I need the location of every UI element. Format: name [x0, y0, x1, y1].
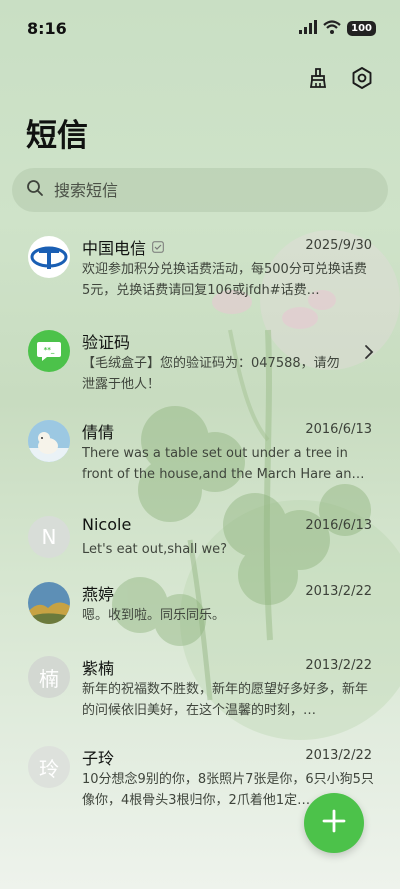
message-date: 2016/6/13: [305, 422, 372, 437]
message-item-qianqian[interactable]: 倩倩 2016/6/13 There was a table set out u…: [0, 410, 400, 490]
letter-avatar: N: [28, 516, 70, 558]
avatar-letter: 玲: [39, 756, 59, 781]
status-icons: 100: [299, 19, 376, 38]
contact-name: 子玲: [82, 749, 115, 768]
compose-message-button[interactable]: [304, 793, 364, 853]
search-bar[interactable]: [12, 168, 388, 212]
message-preview: 新年的祝福数不胜数，新年的愿望好多好多，新年的问候依旧美好，在这个温馨的时刻，…: [82, 682, 369, 718]
letter-avatar: 玲: [28, 746, 70, 788]
contact-name: Nicole: [82, 515, 132, 534]
wifi-icon: [323, 19, 341, 38]
contact-name: 紫楠: [82, 659, 115, 678]
message-item-zinan[interactable]: 楠 紫楠 2013/2/22 新年的祝福数不胜数，新年的愿望好多好多，新年的问候…: [0, 646, 400, 726]
message-item-yanting[interactable]: 燕婷 2013/2/22 嗯。收到啦。同乐同乐。: [0, 572, 400, 652]
clean-brush-icon[interactable]: [302, 62, 334, 94]
message-date: 2013/2/22: [305, 658, 372, 673]
message-date: 2016/6/13: [305, 518, 372, 533]
contact-name: 燕婷: [82, 585, 115, 604]
letter-avatar: 楠: [28, 656, 70, 698]
polar-bear-avatar: [28, 420, 70, 462]
telecom-logo-avatar: [28, 236, 70, 278]
settings-gear-icon[interactable]: [346, 62, 378, 94]
message-item-verification-codes[interactable]: **_ 验证码 【毛绒盒子】您的验证码为：047588，请勿泄露于他人！: [0, 320, 400, 400]
signal-icon: [299, 19, 318, 38]
message-date: 2025/9/30: [305, 238, 372, 253]
top-actions: [302, 62, 378, 94]
battery-indicator: 100: [347, 20, 376, 36]
message-date: 2013/2/22: [305, 584, 372, 599]
page-title: 短信: [26, 118, 88, 154]
message-date: 2013/2/22: [305, 748, 372, 763]
message-item-china-telecom[interactable]: 中国电信 2025/9/30 欢迎参加积分兑换话费活动，每500分可兑换话费5元…: [0, 226, 400, 306]
verified-icon: [152, 238, 164, 257]
message-preview: 欢迎参加积分兑换话费活动，每500分可兑换话费5元，兑换话费请回复106或jfd…: [82, 262, 367, 298]
message-preview: 嗯。收到啦。同乐同乐。: [82, 608, 226, 623]
status-bar: 8:16 100: [0, 0, 400, 56]
status-time: 8:16: [27, 18, 67, 38]
plus-icon: [321, 808, 347, 838]
sms-code-icon: **_: [28, 330, 70, 372]
contact-name: 倩倩: [82, 423, 115, 442]
avatar-letter: 楠: [39, 666, 59, 691]
message-preview: 【毛绒盒子】您的验证码为：047588，请勿泄露于他人！: [82, 356, 340, 392]
avatar-letter: N: [41, 525, 57, 549]
search-input[interactable]: [54, 180, 354, 200]
contact-name: 中国电信: [82, 239, 147, 258]
svg-text:**_: **_: [44, 346, 55, 354]
contact-name: 验证码: [82, 333, 131, 352]
search-icon: [26, 179, 44, 201]
message-preview: There was a table set out under a tree i…: [82, 446, 365, 482]
chevron-right-icon[interactable]: [364, 344, 374, 364]
message-preview: Let's eat out,shall we?: [82, 542, 228, 557]
landscape-avatar: [28, 582, 70, 624]
